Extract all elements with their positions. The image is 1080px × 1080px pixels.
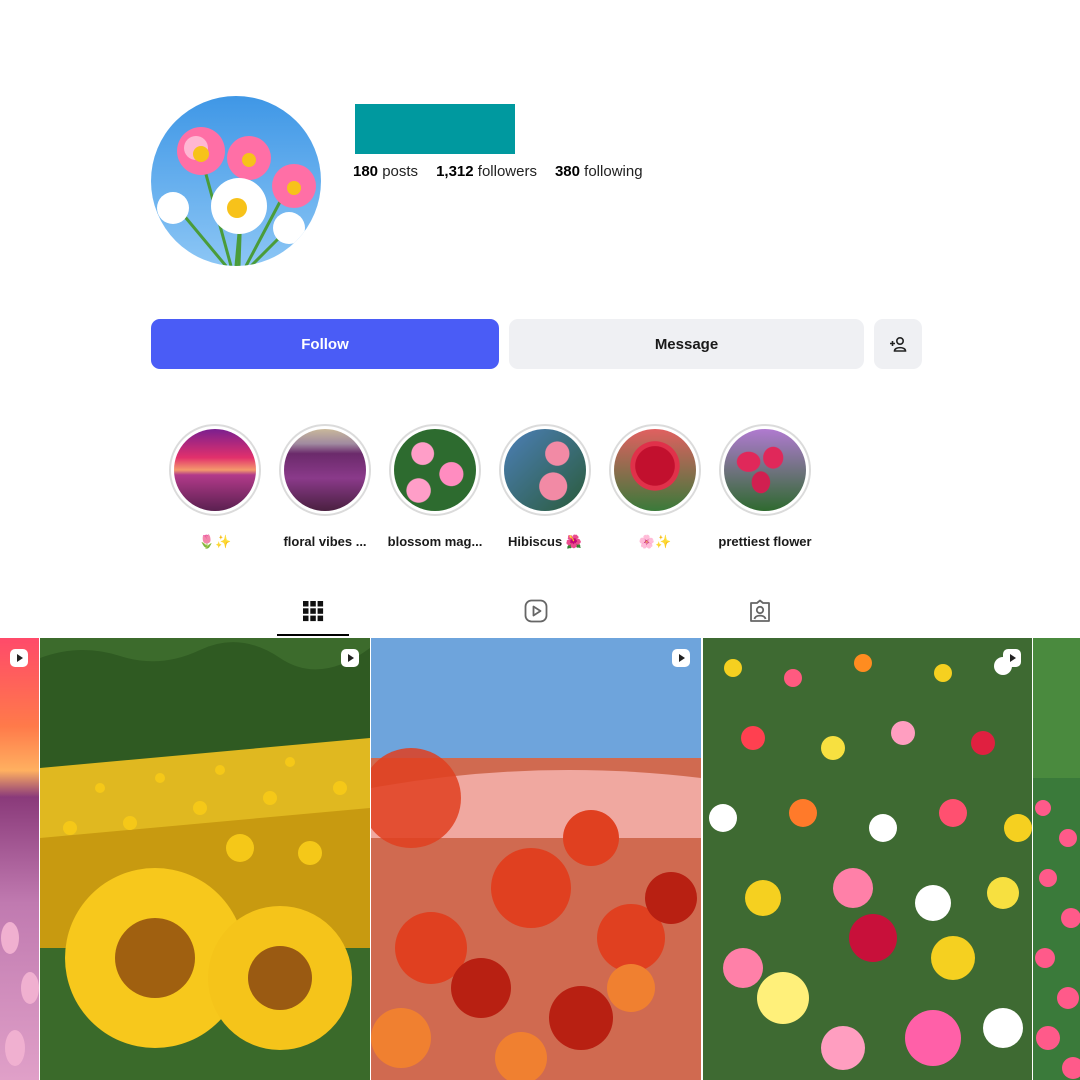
- tab-tagged[interactable]: [747, 598, 773, 624]
- follow-button[interactable]: Follow: [151, 319, 499, 369]
- posts-stat[interactable]: 180 posts: [353, 163, 418, 180]
- highlight-item[interactable]: blossom mag...: [387, 424, 483, 549]
- username-redacted: [355, 104, 515, 154]
- suggested-accounts-button[interactable]: [874, 319, 922, 369]
- post-tile[interactable]: [40, 638, 370, 1080]
- tab-posts[interactable]: [300, 598, 326, 624]
- following-count: 380: [554, 163, 580, 180]
- post-tile[interactable]: [703, 638, 1032, 1080]
- reel-badge-icon: [672, 649, 690, 667]
- active-tab-indicator: [277, 634, 349, 636]
- highlight-cover: [394, 429, 476, 511]
- profile-avatar[interactable]: [151, 96, 321, 266]
- post-tile[interactable]: [371, 638, 701, 1080]
- person-add-icon: [890, 336, 907, 352]
- reel-badge-icon: [10, 649, 28, 667]
- post-image: [1033, 638, 1080, 1080]
- post-tile[interactable]: [1033, 638, 1080, 1080]
- highlight-item[interactable]: 🌸✨: [607, 424, 703, 550]
- following-stat[interactable]: 380 following: [555, 163, 643, 180]
- followers-count: 1,312: [436, 163, 474, 180]
- followers-stat[interactable]: 1,312 followers: [436, 163, 537, 180]
- highlight-label: blossom mag...: [387, 534, 483, 549]
- highlight-ring: [499, 424, 591, 516]
- highlight-ring: [279, 424, 371, 516]
- reels-icon: [524, 599, 548, 623]
- highlight-item[interactable]: floral vibes ...: [277, 424, 373, 549]
- highlight-item[interactable]: prettiest flower: [717, 424, 813, 549]
- highlight-label: 🌷✨: [198, 534, 232, 549]
- highlight-ring: [169, 424, 261, 516]
- posts-label: posts: [382, 163, 419, 180]
- highlight-cover: [504, 429, 586, 511]
- following-label: following: [584, 163, 643, 180]
- highlight-item[interactable]: Hibiscus 🌺: [497, 424, 593, 550]
- grid-icon: [303, 601, 324, 622]
- highlight-cover: [174, 429, 256, 511]
- profile-stats: 180 posts 1,312 followers 380 following: [353, 163, 643, 180]
- highlight-label: prettiest flower: [718, 534, 812, 549]
- followers-label: followers: [477, 163, 537, 180]
- message-button[interactable]: Message: [509, 319, 864, 369]
- post-image: [703, 638, 1032, 1080]
- highlight-cover: [284, 429, 366, 511]
- highlight-label: 🌸✨: [638, 534, 672, 549]
- posts-count: 180: [353, 163, 379, 180]
- daisy-bouquet-image: [151, 96, 321, 266]
- reel-badge-icon: [1003, 649, 1021, 667]
- tab-reels[interactable]: [523, 598, 549, 624]
- post-image: [0, 638, 39, 1080]
- post-image: [371, 638, 701, 1080]
- tagged-icon: [750, 599, 770, 622]
- highlight-ring: [719, 424, 811, 516]
- highlight-cover: [614, 429, 696, 511]
- post-tile[interactable]: [0, 638, 39, 1080]
- highlight-label: floral vibes ...: [283, 534, 367, 549]
- post-image: [40, 638, 370, 1080]
- highlight-ring: [609, 424, 701, 516]
- highlight-item[interactable]: 🌷✨: [167, 424, 263, 550]
- reel-badge-icon: [341, 649, 359, 667]
- highlight-label: Hibiscus 🌺: [508, 534, 582, 549]
- highlight-cover: [724, 429, 806, 511]
- highlight-ring: [389, 424, 481, 516]
